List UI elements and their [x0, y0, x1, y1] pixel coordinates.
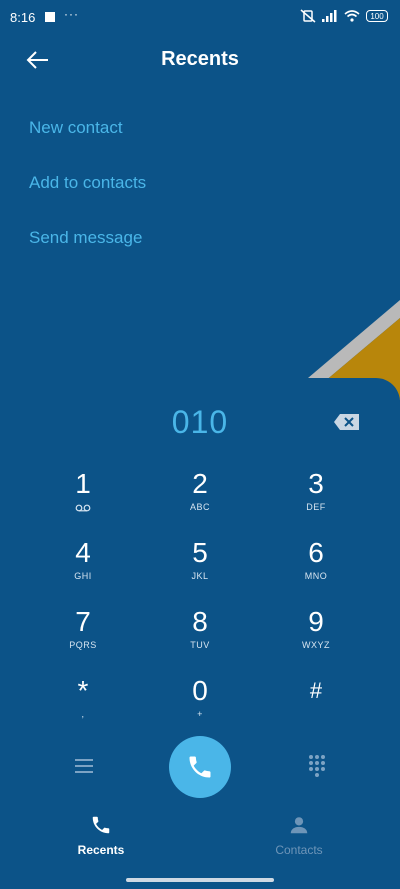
key-digit: * — [77, 675, 89, 706]
new-contact-link[interactable]: New contact — [29, 112, 146, 167]
wifi-icon — [344, 10, 360, 22]
status-time: 8:16 — [10, 10, 36, 25]
key-digit: 3 — [308, 468, 324, 499]
key-4[interactable]: 4 GHI — [28, 537, 138, 599]
key-digit: 0 — [192, 675, 208, 706]
key-6[interactable]: 6 MNO — [261, 537, 371, 599]
tab-label: Contacts — [275, 843, 323, 857]
key-9[interactable]: 9 WXYZ — [261, 606, 371, 668]
key-digit: 8 — [192, 606, 208, 637]
key-digit: 4 — [75, 537, 91, 568]
key-5[interactable]: 5 JKL — [145, 537, 255, 599]
header: Recents — [0, 36, 400, 82]
tab-recents[interactable]: Recents — [41, 814, 161, 864]
key-hash[interactable]: # — [261, 675, 371, 737]
add-to-contacts-link[interactable]: Add to contacts — [29, 167, 146, 222]
key-digit: 6 — [308, 537, 324, 568]
key-digit: 5 — [192, 537, 208, 568]
vibrate-off-icon — [300, 9, 316, 23]
key-7[interactable]: 7 PQRS — [28, 606, 138, 668]
person-icon — [290, 817, 308, 834]
call-button[interactable] — [169, 736, 231, 798]
tab-label: Recents — [77, 843, 125, 857]
key-8[interactable]: 8 TUV — [145, 606, 255, 668]
key-0[interactable]: 0 + — [145, 675, 255, 737]
home-indicator — [126, 878, 274, 882]
key-letters: JKL — [191, 571, 209, 581]
key-digit: 2 — [192, 468, 208, 499]
voicemail-icon — [75, 504, 91, 512]
action-list: New contact Add to contacts Send message — [29, 112, 146, 277]
key-letters: MNO — [304, 571, 328, 581]
key-digit: # — [309, 678, 323, 703]
key-letters: + — [197, 709, 203, 719]
phone-icon — [92, 816, 110, 834]
key-letters: ABC — [189, 502, 210, 512]
more-notifications-icon: ··· — [64, 7, 79, 21]
key-letters: PQRS — [69, 640, 97, 650]
key-digit: 1 — [75, 468, 91, 499]
key-star[interactable]: * , — [28, 675, 138, 737]
key-1[interactable]: 1 — [28, 468, 138, 530]
page-title: Recents — [161, 48, 239, 70]
key-letters: GHI — [74, 571, 92, 581]
signal-icon — [322, 10, 337, 22]
notification-icon — [45, 12, 55, 22]
menu-icon[interactable] — [70, 752, 98, 780]
tab-contacts[interactable]: Contacts — [239, 814, 359, 864]
status-icons: 100 — [300, 9, 388, 23]
backspace-icon[interactable] — [332, 410, 362, 434]
dialpad-icon[interactable] — [303, 752, 331, 780]
phone-icon — [189, 756, 211, 778]
battery-icon: 100 — [366, 10, 388, 22]
key-digit: 7 — [75, 606, 91, 637]
key-letters: WXYZ — [302, 640, 330, 650]
key-letters: , — [81, 709, 85, 719]
status-bar: 8:16 ··· 100 — [0, 0, 400, 36]
key-3[interactable]: 3 DEF — [261, 468, 371, 530]
send-message-link[interactable]: Send message — [29, 222, 146, 277]
key-letters: DEF — [306, 502, 326, 512]
key-letters: TUV — [190, 640, 210, 650]
key-digit: 9 — [308, 606, 324, 637]
key-2[interactable]: 2 ABC — [145, 468, 255, 530]
